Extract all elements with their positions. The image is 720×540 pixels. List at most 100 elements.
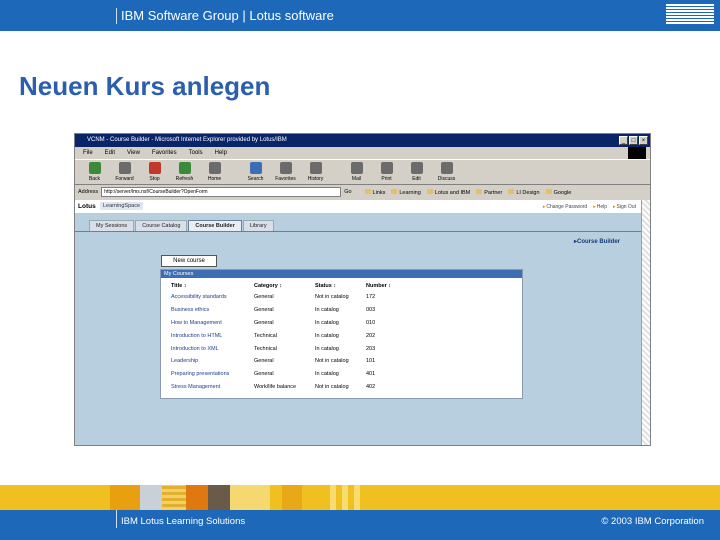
search-icon [249,162,262,174]
menu-help[interactable]: Help [215,150,227,156]
change-password-link[interactable]: Change Password [543,204,587,210]
course-number: 010 [366,319,376,326]
sign-out-link[interactable]: Sign Out [613,204,636,210]
link-li-design[interactable]: LI Design [508,189,539,196]
header-divider [116,8,117,24]
footer-left-text: IBM Lotus Learning Solutions [121,516,246,527]
go-button[interactable]: Go [344,189,351,195]
tab-course-builder[interactable]: Course Builder [188,220,242,231]
slide-header: IBM Software Group | Lotus software [0,0,720,31]
column-status-header[interactable]: Status ↕ [315,281,366,291]
table-row[interactable]: Introduction to XML Technical In catalog 20… [171,342,406,355]
favorites-button[interactable]: Favorites [272,160,299,182]
course-status: In catalog [315,307,339,314]
lotus-logo: Lotus [78,203,96,210]
menu-favorites[interactable]: Favorites [152,150,177,156]
back-icon [88,162,101,174]
refresh-icon [178,162,191,174]
footer-decoration [0,485,720,510]
link-partner[interactable]: Partner [476,189,502,196]
table-row[interactable]: Introduction to HTML Technical In catalog 2… [171,329,406,342]
footer-divider [116,510,117,528]
new-course-button[interactable]: New course [161,255,217,267]
table-row[interactable]: Stress Management Work/life balance Not in… [171,381,406,394]
discuss-icon [440,162,453,174]
menu-file[interactable]: File [83,150,93,156]
course-number: 402 [366,383,376,390]
course-category: General [254,358,274,365]
address-input[interactable]: http://server/lms.nsf/CourseBuilder?Open… [101,187,342,197]
course-title-link[interactable]: Business ethics [171,304,254,317]
close-icon[interactable]: × [639,136,648,145]
search-button[interactable]: Search [242,160,269,182]
menu-edit[interactable]: Edit [105,150,115,156]
minimize-icon[interactable]: _ [619,136,628,145]
column-number-header[interactable]: Number ↕ [366,281,406,291]
course-title-link[interactable]: Introduction to HTML [171,329,254,342]
table-row[interactable]: How to Management General In catalog 010 [171,317,406,330]
copyright-text: © 2003 IBM Corporation [601,516,704,527]
course-category: General [254,319,274,326]
maximize-icon[interactable]: □ [629,136,638,145]
course-number: 101 [366,358,376,365]
header-text: IBM Software Group | Lotus software [121,8,334,23]
column-category-header[interactable]: Category ↕ [254,281,315,291]
course-title-link[interactable]: How to Management [171,317,254,330]
history-button[interactable]: History [302,160,329,182]
app-header: Lotus LearningSpace Change Password Help… [75,200,642,214]
link-lotus-ibm[interactable]: Lotus and IBM [427,189,470,196]
table-row[interactable]: Accessibility standards General Not in cat… [171,291,406,304]
window-titlebar: VCNM - Course Builder - Microsoft Intern… [75,134,650,147]
print-button[interactable]: Print [373,160,400,182]
course-title-link[interactable]: Stress Management [171,381,254,394]
vertical-scrollbar[interactable] [641,200,650,445]
tab-library[interactable]: Library [242,220,274,231]
refresh-button[interactable]: Refresh [171,160,198,182]
courses-panel-title: My Courses [161,270,522,278]
course-number: 401 [366,371,376,378]
courses-panel: My Courses Title ↕ Category ↕ Status ↕ N… [160,269,523,399]
link-learning[interactable]: Learning [391,189,420,196]
link-google[interactable]: Google [546,189,572,196]
links-bar: Links Learning Lotus and IBM Partner LI … [365,189,572,196]
links-label: Links [365,189,386,196]
course-category: General [254,371,274,378]
breadcrumb: ▸Course Builder [573,239,620,245]
app-tabs: My Sessions Course Catalog Course Builde… [89,220,275,231]
menu-tools[interactable]: Tools [189,150,203,156]
edit-button[interactable]: Edit [403,160,430,182]
menu-view[interactable]: View [127,150,140,156]
course-status: In catalog [315,332,339,339]
course-category: Technical [254,332,277,339]
table-row[interactable]: Business ethics General In catalog 003 [171,304,406,317]
course-title-link[interactable]: Leadership [171,355,254,368]
course-title-link[interactable]: Accessibility standards [171,291,254,304]
course-category: General [254,294,274,301]
course-status: In catalog [315,319,339,326]
back-button[interactable]: Back [81,160,108,182]
course-status: Not in catalog [315,383,349,390]
tab-course-catalog[interactable]: Course Catalog [135,220,188,231]
course-title-link[interactable]: Introduction to XML [171,342,254,355]
course-status: In catalog [315,371,339,378]
course-number: 203 [366,345,376,352]
stop-button[interactable]: Stop [141,160,168,182]
mail-button[interactable]: Mail [343,160,370,182]
edit-icon [410,162,423,174]
help-link[interactable]: Help [593,204,607,210]
window-title: VCNM - Course Builder - Microsoft Intern… [87,137,287,143]
history-icon [309,162,322,174]
discuss-button[interactable]: Discuss [433,160,460,182]
tab-my-sessions[interactable]: My Sessions [89,220,135,231]
home-button[interactable]: Home [201,160,228,182]
course-category: Technical [254,345,277,352]
forward-button[interactable]: Forward [111,160,138,182]
course-number: 172 [366,294,376,301]
column-title-header[interactable]: Title ↕ [171,281,254,291]
forward-icon [118,162,131,174]
table-row[interactable]: Preparing presentations General In catalog… [171,368,406,381]
course-status: Not in catalog [315,358,349,365]
slide-title: Neuen Kurs anlegen [19,71,271,101]
course-title-link[interactable]: Preparing presentations [171,368,254,381]
table-row[interactable]: Leadership General Not in catalog 101 [171,355,406,368]
